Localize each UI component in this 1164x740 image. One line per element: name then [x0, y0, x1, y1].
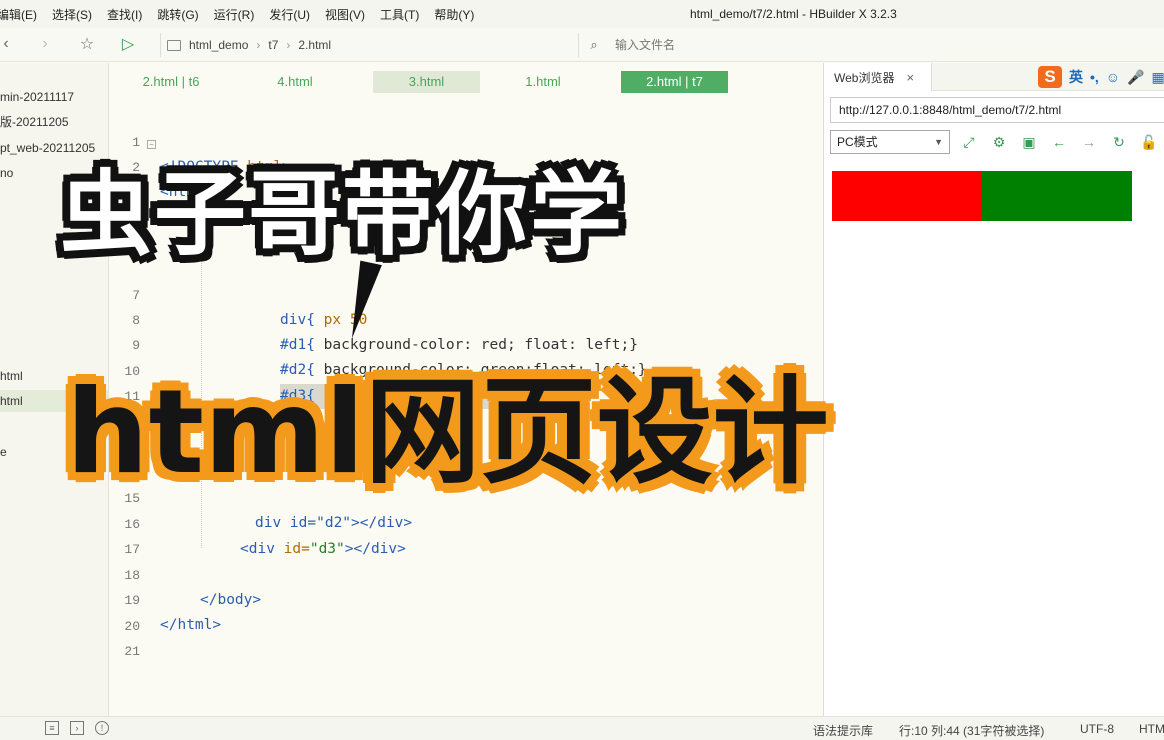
tab-4html[interactable]: 4.html [248, 71, 342, 93]
close-icon[interactable]: × [906, 70, 914, 85]
breadcrumb: html_demo › t7 › 2.html [160, 33, 570, 57]
console-icon[interactable]: ▣ [1020, 133, 1038, 151]
code-line: 8 #d1{ background-color: red; float: lef… [110, 283, 638, 353]
breadcrumb-item[interactable]: 2.html [298, 38, 331, 52]
list-icon[interactable]: ≡ [45, 721, 59, 735]
tab-3html[interactable]: 3.html [373, 71, 480, 93]
ime-punctuation-icon[interactable]: •, [1090, 69, 1099, 85]
ime-emoji-icon[interactable]: ☺ [1106, 69, 1120, 85]
ime-keyboard-icon[interactable]: ▦ [1152, 69, 1164, 86]
code-line: 20 [110, 589, 162, 634]
cursor-position[interactable]: 行:10 列:44 (31字符被选择) [899, 722, 1044, 739]
run-icon[interactable]: ▷ [118, 34, 138, 54]
ime-toolbar: S 英 •, ☺ 🎤 ▦ [1038, 65, 1164, 89]
file-search-input[interactable] [615, 38, 915, 52]
overlay-title: 虫子哥带你学 [60, 161, 625, 268]
menu-find[interactable]: 查找(I) [107, 6, 142, 23]
code-line: 9 #d2{ background-color: green;float: le… [110, 308, 646, 378]
code-line: 19 </html> [110, 563, 221, 633]
code-line: 17 [110, 512, 162, 557]
code-token: </html> [160, 617, 222, 633]
menubar: 编辑(E) 选择(S) 查找(I) 跳转(G) 运行(R) 发行(U) 视图(V… [0, 0, 1164, 28]
folder-icon [167, 39, 181, 51]
breadcrumb-item[interactable]: t7 [268, 38, 278, 52]
back-icon[interactable]: ‹ [0, 34, 16, 54]
ime-voice-icon[interactable]: 🎤 [1127, 69, 1144, 86]
browser-tabbar: Web浏览器 × S 英 •, ☺ 🎤 ▦ [824, 63, 1164, 91]
sidebar-item[interactable]: 版-20211205 [0, 111, 108, 133]
preview-div-d2 [982, 171, 1132, 221]
breadcrumb-item[interactable]: html_demo [189, 38, 248, 52]
open-external-icon[interactable]: ⤢ [960, 133, 978, 151]
bell-icon[interactable]: ! [95, 721, 109, 735]
settings-icon[interactable]: ⚙ [990, 133, 1008, 151]
chevron-right-icon: › [286, 38, 291, 52]
tab-2html-t7[interactable]: 2.html | t7 [621, 71, 728, 93]
code-line: 1 <!DOCTYPE html> [110, 105, 291, 175]
web-browser-panel: Web浏览器 × S 英 •, ☺ 🎤 ▦ http://127.0.0.1:8… [823, 63, 1164, 716]
chevron-down-icon: ▼ [934, 137, 943, 147]
hbuilder-window: 编辑(E) 选择(S) 查找(I) 跳转(G) 运行(R) 发行(U) 视图(V… [0, 0, 1164, 740]
toolbar: ‹ › ☆ ▷ html_demo › t7 › 2.html ⌕ [0, 28, 1164, 62]
encoding[interactable]: UTF-8 [1080, 722, 1114, 736]
tab-web-browser[interactable]: Web浏览器 × [824, 63, 932, 91]
menu-view[interactable]: 视图(V) [325, 6, 365, 23]
code-line: 18 </body> [110, 538, 261, 608]
forward-icon[interactable]: › [35, 34, 55, 54]
tab-2html-t6[interactable]: 2.html | t6 [124, 71, 218, 93]
menu-help[interactable]: 帮助(Y) [434, 6, 474, 23]
editor-tabs: 2.html | t6 4.html 3.html 1.html 2.html … [110, 63, 822, 101]
sogou-logo-icon[interactable]: S [1038, 66, 1062, 88]
code-token: id= [274, 541, 310, 557]
code-token: <div [240, 541, 275, 557]
menu-tools[interactable]: 工具(T) [380, 6, 419, 23]
line-number: 21 [124, 644, 140, 659]
code-line: 21 [110, 614, 162, 659]
overlay-subtitle: html网页设计 [66, 365, 829, 500]
terminal-icon[interactable]: › [70, 721, 84, 735]
refresh-icon[interactable]: ↻ [1110, 133, 1128, 151]
menu-select[interactable]: 选择(S) [52, 6, 92, 23]
menu-goto[interactable]: 跳转(G) [157, 6, 198, 23]
preview-div-d1 [832, 171, 982, 221]
back-arrow-icon[interactable]: ← [1050, 133, 1068, 151]
window-title: html_demo/t7/2.html - HBuilder X 3.2.3 [690, 7, 897, 21]
browser-tab-label: Web浏览器 [834, 70, 895, 85]
menu-publish[interactable]: 发行(U) [269, 6, 310, 23]
device-mode-value: PC模式 [837, 135, 878, 149]
sidebar-item[interactable]: min-20211117 [0, 86, 108, 108]
url-bar[interactable]: http://127.0.0.1:8848/html_demo/t7/2.htm… [830, 97, 1164, 123]
ime-english-toggle[interactable]: 英 [1069, 67, 1083, 87]
file-search: ⌕ [578, 33, 1164, 57]
menu-edit[interactable]: 编辑(E) [0, 6, 37, 23]
device-mode-select[interactable]: PC模式 ▼ [830, 130, 950, 154]
code-token: div id="d2"></div> [255, 515, 413, 531]
tab-1html[interactable]: 1.html [496, 71, 590, 93]
statusbar: ≡ › ! 语法提示库 行:10 列:44 (31字符被选择) UTF-8 HT… [0, 716, 1164, 740]
syntax-hint-library[interactable]: 语法提示库 [813, 722, 873, 739]
menu-run[interactable]: 运行(R) [214, 6, 255, 23]
code-token: px [323, 312, 342, 328]
star-icon[interactable]: ☆ [77, 34, 97, 54]
file-search-icon: ⌕ [590, 37, 598, 52]
code-token: div{ [280, 312, 315, 328]
language-mode[interactable]: HTM [1139, 722, 1164, 736]
chevron-right-icon: › [256, 38, 261, 52]
code-token: "d3" [309, 541, 345, 557]
forward-arrow-icon[interactable]: → [1080, 133, 1098, 151]
code-token: ></div> [344, 541, 406, 557]
code-token: </body> [200, 592, 262, 608]
lock-icon[interactable]: 🔓 [1140, 133, 1158, 151]
